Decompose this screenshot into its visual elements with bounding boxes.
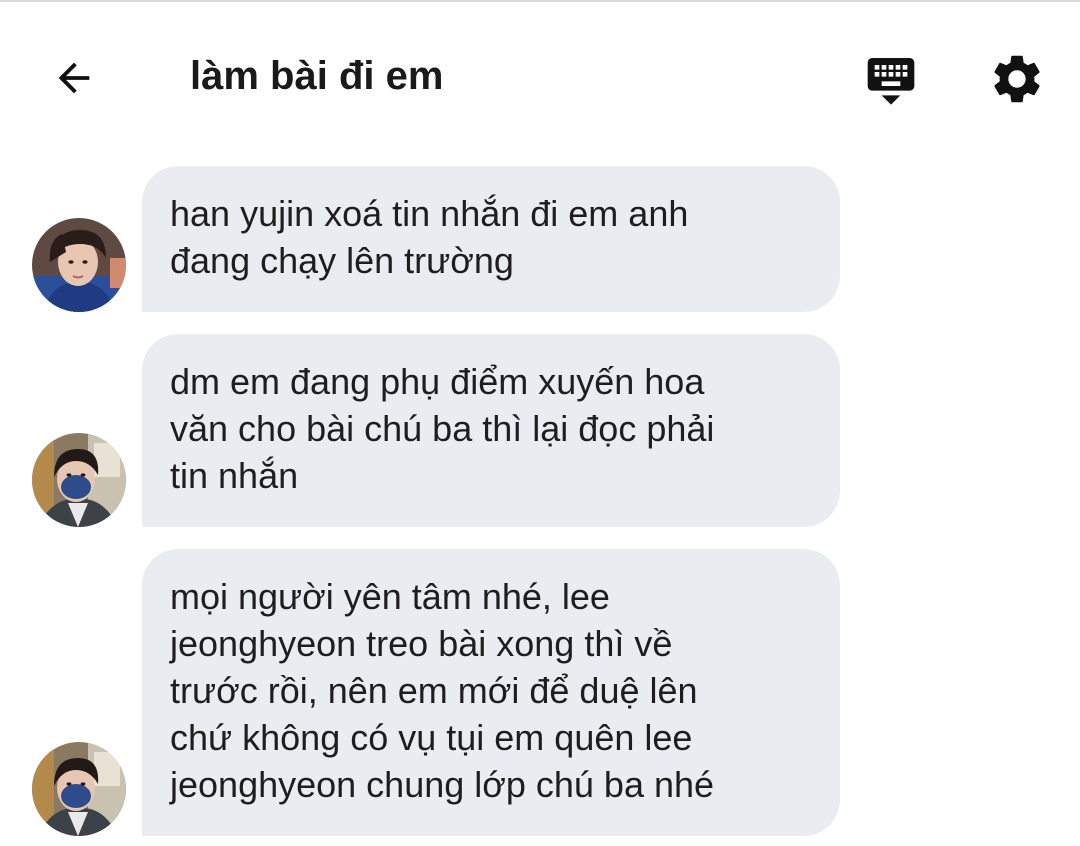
user-avatar-photo[interactable]	[32, 742, 126, 836]
message-text: mọi người yên tâm nhé, lee jeonghyeon tr…	[170, 576, 715, 805]
user-avatar-photo[interactable]	[32, 433, 126, 527]
message-bubble: dm em đang phụ điểm xuyến hoa văn cho bà…	[142, 334, 840, 527]
message-text: dm em đang phụ điểm xuyến hoa văn cho bà…	[170, 361, 715, 496]
message-text: han yujin xoá tin nhắn đi em anh đang ch…	[170, 193, 689, 281]
user-avatar-photo[interactable]	[32, 218, 126, 312]
message-list: han yujin xoá tin nhắn đi em anh đang ch…	[0, 0, 1080, 846]
message-bubble: han yujin xoá tin nhắn đi em anh đang ch…	[142, 166, 840, 312]
message-bubble: mọi người yên tâm nhé, lee jeonghyeon tr…	[142, 549, 840, 836]
